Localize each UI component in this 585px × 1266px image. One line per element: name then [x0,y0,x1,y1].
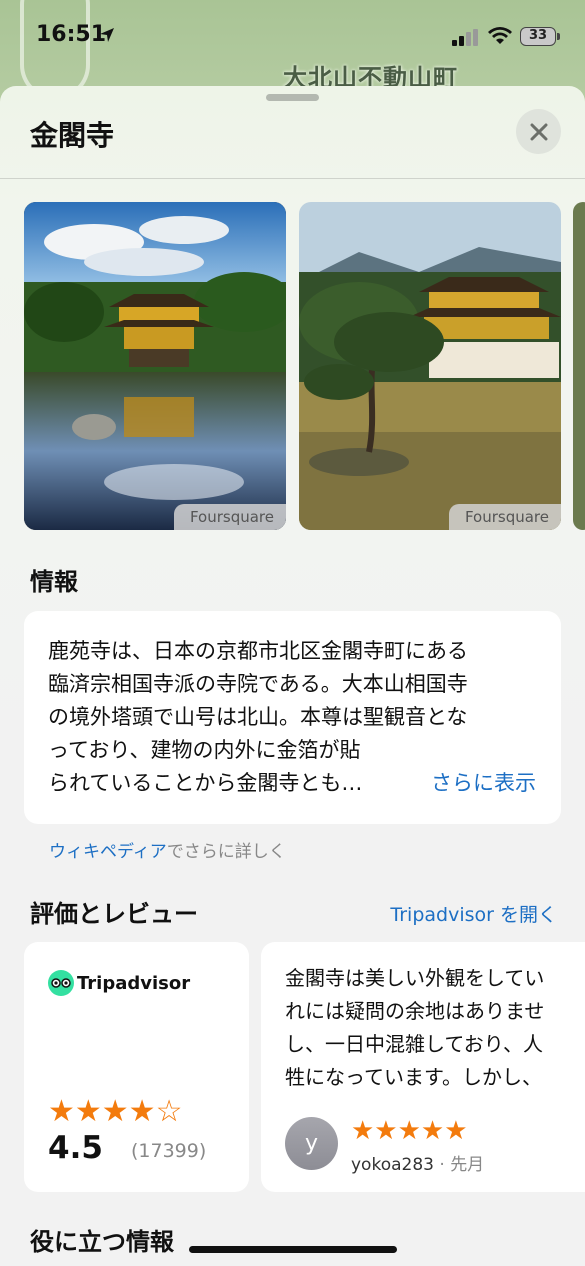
wikipedia-link[interactable]: ウィキペディア [49,842,167,862]
info-heading: 情報 [30,568,78,596]
info-line: 臨済宗相国寺派の寺院である。大本山相国寺 [48,672,468,696]
review-line: 牲になっています。しかし、 [285,1065,542,1089]
close-icon [530,123,547,140]
avatar: y [285,1117,338,1170]
temple-photo-image [299,202,561,530]
review-card[interactable]: 金閣寺は美しい外観をしてい れには疑問の余地はありませ し、一日中混雑しており、… [261,942,585,1192]
photo-1[interactable]: Foursquare [24,202,286,530]
review-meta: yokoa283 · 先月 [351,1150,484,1175]
place-title: 金閣寺 [30,119,115,152]
wikipedia-suffix: でさらに詳しく [166,842,286,862]
photo-3-partial[interactable] [573,202,585,530]
tripadvisor-name: Tripadvisor [77,972,191,994]
useful-info-heading: 役に立つ情報 [30,1228,174,1256]
review-line: れには疑問の余地はありませ [285,999,545,1023]
home-indicator[interactable] [189,1246,397,1253]
battery-icon: 33 [520,27,556,46]
info-line: 鹿苑寺は、日本の京都市北区金閣寺町にある [48,639,468,663]
reviewer-name: yokoa283 [351,1155,434,1175]
info-line: の境外塔頭で山号は北山。本尊は聖観音とな [48,705,468,729]
wifi-icon [488,27,512,44]
status-bar: 16:51 33 [0,0,585,76]
location-arrow-icon [100,28,114,42]
show-more-link[interactable]: さらに表示 [417,767,536,797]
tripadvisor-owl-icon [48,970,74,996]
rating-count: (17399) [131,1140,207,1162]
close-button[interactable] [516,109,561,154]
status-time: 16:51 [36,22,107,47]
battery-cap [557,33,560,40]
info-line: っており、建物の内外に金箔が貼 [48,738,361,762]
photo-credit: Foursquare [173,504,286,530]
wikipedia-line: ウィキペディアでさらに詳しく [49,837,286,862]
rating-card[interactable]: Tripadvisor ★★★★☆ 4.5 (17399) [24,942,249,1192]
review-date: 先月 [450,1155,485,1175]
reviews-heading: 評価とレビュー [30,900,198,928]
review-line: 金閣寺は美しい外観をしてい [285,966,545,990]
rating-stars: ★★★★☆ [48,1094,183,1129]
header-divider [0,178,585,179]
cellular-signal-icon [452,29,478,46]
review-stars: ★★★★★ [351,1116,468,1146]
battery-level: 33 [528,28,548,43]
place-sheet: 金閣寺 Foursquare Foursquare 情報 鹿苑寺は、日本の京都市… [0,86,585,1266]
info-card[interactable]: 鹿苑寺は、日本の京都市北区金閣寺町にある 臨済宗相国寺派の寺院である。大本山相国… [24,611,561,824]
sheet-grabber[interactable] [266,94,319,101]
tripadvisor-logo: Tripadvisor [48,970,190,996]
rating-score: 4.5 [48,1130,103,1166]
photo-credit: Foursquare [448,504,561,530]
review-line: し、一日中混雑しており、人 [285,1032,543,1056]
open-tripadvisor-link[interactable]: Tripadvisor を開く [390,900,557,927]
review-text: 金閣寺は美しい外観をしてい れには疑問の余地はありませ し、一日中混雑しており、… [285,962,585,1094]
review-separator: · [439,1155,451,1175]
photo-2[interactable]: Foursquare [299,202,561,530]
temple-photo-image [24,202,286,530]
